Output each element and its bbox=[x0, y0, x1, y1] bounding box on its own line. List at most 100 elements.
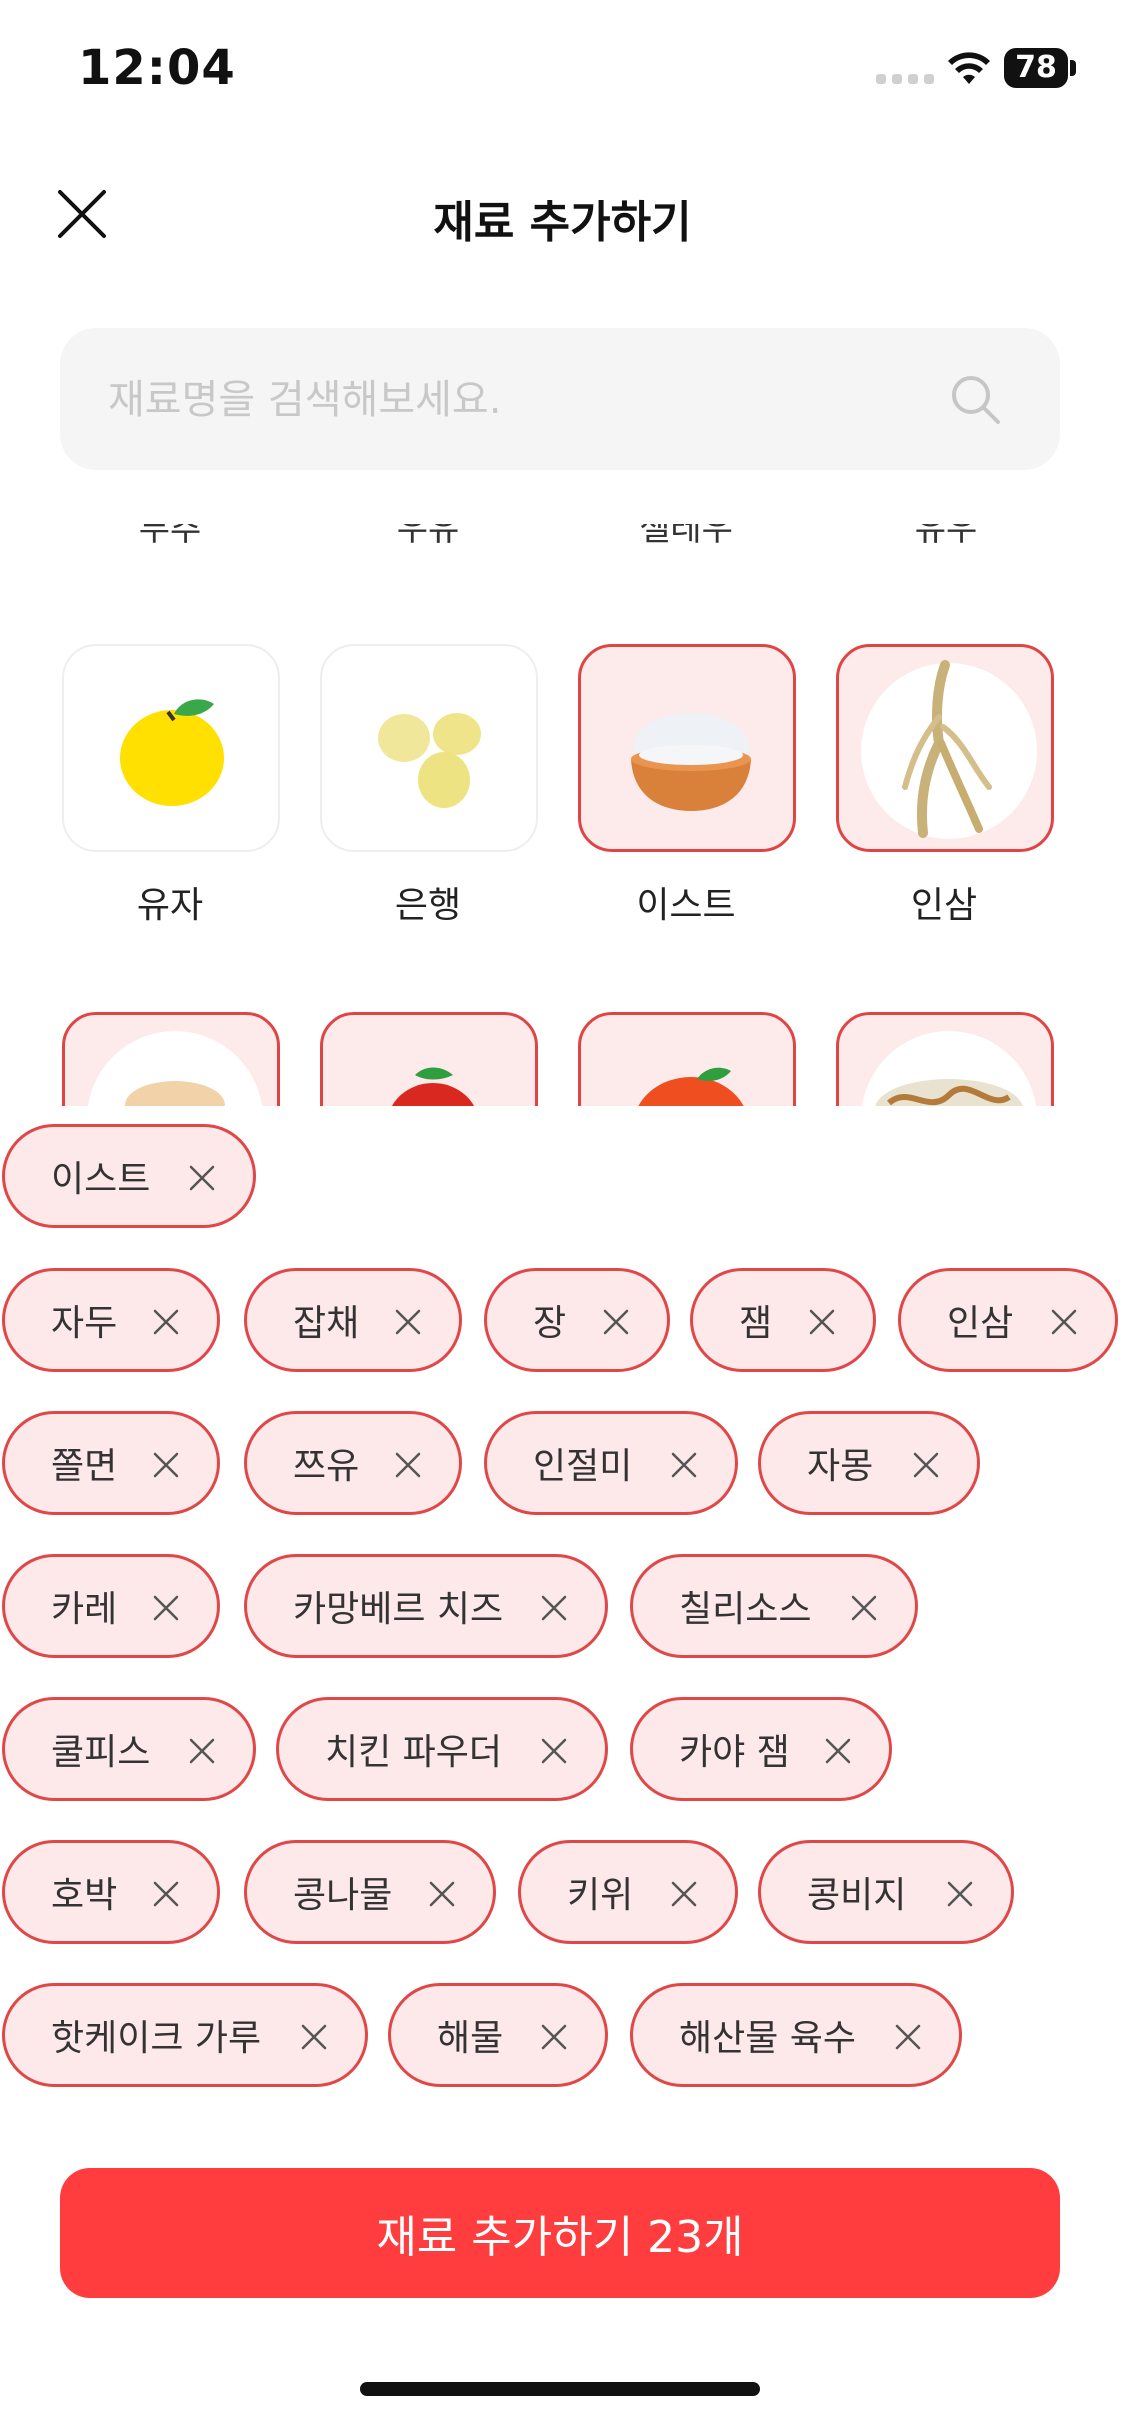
grid-item-tomato[interactable] bbox=[320, 1012, 538, 1106]
noodles-icon bbox=[861, 1031, 1037, 1106]
grid-item-flour[interactable] bbox=[62, 1012, 280, 1106]
search-input[interactable] bbox=[106, 328, 960, 472]
search-bar[interactable] bbox=[60, 328, 1060, 472]
chip-selected[interactable]: 이스트 bbox=[2, 1124, 256, 1228]
grid-item-ginkgo[interactable] bbox=[320, 644, 538, 852]
close-icon[interactable] bbox=[849, 1593, 879, 1623]
ginseng-icon bbox=[861, 660, 1037, 839]
chip-label: 이스트 bbox=[51, 1159, 151, 1200]
battery-icon: 78 bbox=[1004, 48, 1068, 88]
close-icon[interactable] bbox=[151, 1593, 181, 1623]
chip-selected[interactable]: 핫케이크 가루 bbox=[2, 1983, 368, 2087]
chip-label: 호박 bbox=[51, 1875, 118, 1916]
grid-item-label: 젤레우 bbox=[639, 524, 733, 548]
chip-selected[interactable]: 카레 bbox=[2, 1554, 220, 1658]
yeast-bowl-icon bbox=[631, 713, 751, 811]
chip-label: 핫케이크 가루 bbox=[51, 2018, 262, 2059]
close-icon[interactable] bbox=[911, 1450, 941, 1480]
chip-label: 장 bbox=[533, 1303, 567, 1344]
grid-item-label: 은행 bbox=[394, 885, 462, 926]
ingredient-grid: 부추 우유 젤레우 유우 유자 은행 이스트 인삼 bbox=[0, 490, 1125, 1106]
page-title: 재료 추가하기 bbox=[433, 197, 692, 248]
chip-label: 잼 bbox=[739, 1303, 773, 1344]
close-icon[interactable] bbox=[539, 1593, 569, 1623]
close-icon[interactable] bbox=[669, 1450, 699, 1480]
close-icon[interactable] bbox=[823, 1736, 853, 1766]
chip-selected[interactable]: 잡채 bbox=[244, 1268, 462, 1372]
chip-selected[interactable]: 쿨피스 bbox=[2, 1697, 256, 1801]
yuzu-icon bbox=[120, 699, 224, 806]
close-icon[interactable] bbox=[601, 1307, 631, 1337]
grid-item-yuzu[interactable] bbox=[62, 644, 280, 852]
chip-label: 해물 bbox=[437, 2018, 504, 2059]
grid-item-label: 우유 bbox=[396, 524, 460, 548]
chip-selected[interactable]: 장 bbox=[484, 1268, 670, 1372]
chip-label: 콩비지 bbox=[807, 1875, 907, 1916]
chip-label: 인삼 bbox=[947, 1303, 1014, 1344]
grid-item-label: 인삼 bbox=[910, 885, 978, 926]
grid-item-yeast[interactable] bbox=[578, 644, 796, 852]
close-icon[interactable] bbox=[393, 1307, 423, 1337]
chip-selected[interactable]: 해산물 육수 bbox=[630, 1983, 962, 2087]
chip-selected[interactable]: 자두 bbox=[2, 1268, 220, 1372]
close-icon[interactable] bbox=[187, 1736, 217, 1766]
chip-label: 카망베르 치즈 bbox=[293, 1589, 504, 1630]
chip-selected[interactable]: 쯔유 bbox=[244, 1411, 462, 1515]
grid-item-label: 이스트 bbox=[636, 885, 736, 926]
chip-label: 칠리소스 bbox=[679, 1589, 812, 1630]
chip-label: 카레 bbox=[51, 1589, 118, 1630]
flour-icon bbox=[87, 1031, 263, 1106]
chip-selected[interactable]: 인절미 bbox=[484, 1411, 738, 1515]
close-icon[interactable] bbox=[151, 1879, 181, 1909]
chip-label: 자두 bbox=[51, 1303, 118, 1344]
chip-selected[interactable]: 쫄면 bbox=[2, 1411, 220, 1515]
grid-item-label: 유자 bbox=[136, 885, 204, 926]
chip-label: 쿨피스 bbox=[51, 1732, 151, 1773]
chip-selected[interactable]: 콩비지 bbox=[758, 1840, 1014, 1944]
close-icon[interactable] bbox=[393, 1450, 423, 1480]
close-icon[interactable] bbox=[151, 1450, 181, 1480]
chip-label: 치킨 파우더 bbox=[325, 1732, 503, 1773]
tomato-icon bbox=[345, 1031, 521, 1106]
chip-label: 자몽 bbox=[807, 1446, 874, 1487]
grid-item-label: 부추 bbox=[138, 524, 202, 548]
chip-label: 잡채 bbox=[293, 1303, 360, 1344]
chip-selected[interactable]: 칠리소스 bbox=[630, 1554, 918, 1658]
chip-selected[interactable]: 해물 bbox=[388, 1983, 608, 2087]
close-icon[interactable] bbox=[1049, 1307, 1079, 1337]
chip-selected[interactable]: 카망베르 치즈 bbox=[244, 1554, 608, 1658]
add-ingredients-button[interactable]: 재료 추가하기 23개 bbox=[60, 2168, 1060, 2298]
chip-label: 카야 잼 bbox=[679, 1732, 790, 1773]
chip-selected[interactable]: 호박 bbox=[2, 1840, 220, 1944]
close-icon[interactable] bbox=[945, 1879, 975, 1909]
chip-label: 키위 bbox=[567, 1875, 634, 1916]
close-icon[interactable] bbox=[187, 1163, 217, 1193]
grid-item-orange[interactable] bbox=[578, 1012, 796, 1106]
chip-selected[interactable]: 카야 잼 bbox=[630, 1697, 892, 1801]
chip-label: 인절미 bbox=[533, 1446, 633, 1487]
chip-label: 쯔유 bbox=[293, 1446, 360, 1487]
close-icon[interactable] bbox=[539, 2022, 569, 2052]
close-icon[interactable] bbox=[299, 2022, 329, 2052]
close-icon[interactable] bbox=[539, 1736, 569, 1766]
battery-tip bbox=[1070, 60, 1076, 76]
close-icon[interactable] bbox=[893, 2022, 923, 2052]
close-icon[interactable] bbox=[151, 1307, 181, 1337]
chip-selected[interactable]: 콩나물 bbox=[244, 1840, 496, 1944]
search-icon[interactable] bbox=[948, 372, 1004, 428]
chip-selected[interactable]: 인삼 bbox=[898, 1268, 1118, 1372]
chip-label: 쫄면 bbox=[51, 1446, 118, 1487]
chip-selected[interactable]: 키위 bbox=[518, 1840, 738, 1944]
chip-selected[interactable]: 자몽 bbox=[758, 1411, 980, 1515]
close-icon[interactable] bbox=[669, 1879, 699, 1909]
close-icon[interactable] bbox=[807, 1307, 837, 1337]
status-bar: 12:04 78 bbox=[0, 0, 1125, 140]
status-time: 12:04 bbox=[78, 40, 236, 96]
grid-item-noodles[interactable] bbox=[836, 1012, 1054, 1106]
chip-label: 해산물 육수 bbox=[679, 2018, 857, 2059]
grid-item-ginseng[interactable] bbox=[836, 644, 1054, 852]
close-icon[interactable] bbox=[427, 1879, 457, 1909]
chip-label: 콩나물 bbox=[293, 1875, 393, 1916]
chip-selected[interactable]: 치킨 파우더 bbox=[276, 1697, 608, 1801]
chip-selected[interactable]: 잼 bbox=[690, 1268, 876, 1372]
